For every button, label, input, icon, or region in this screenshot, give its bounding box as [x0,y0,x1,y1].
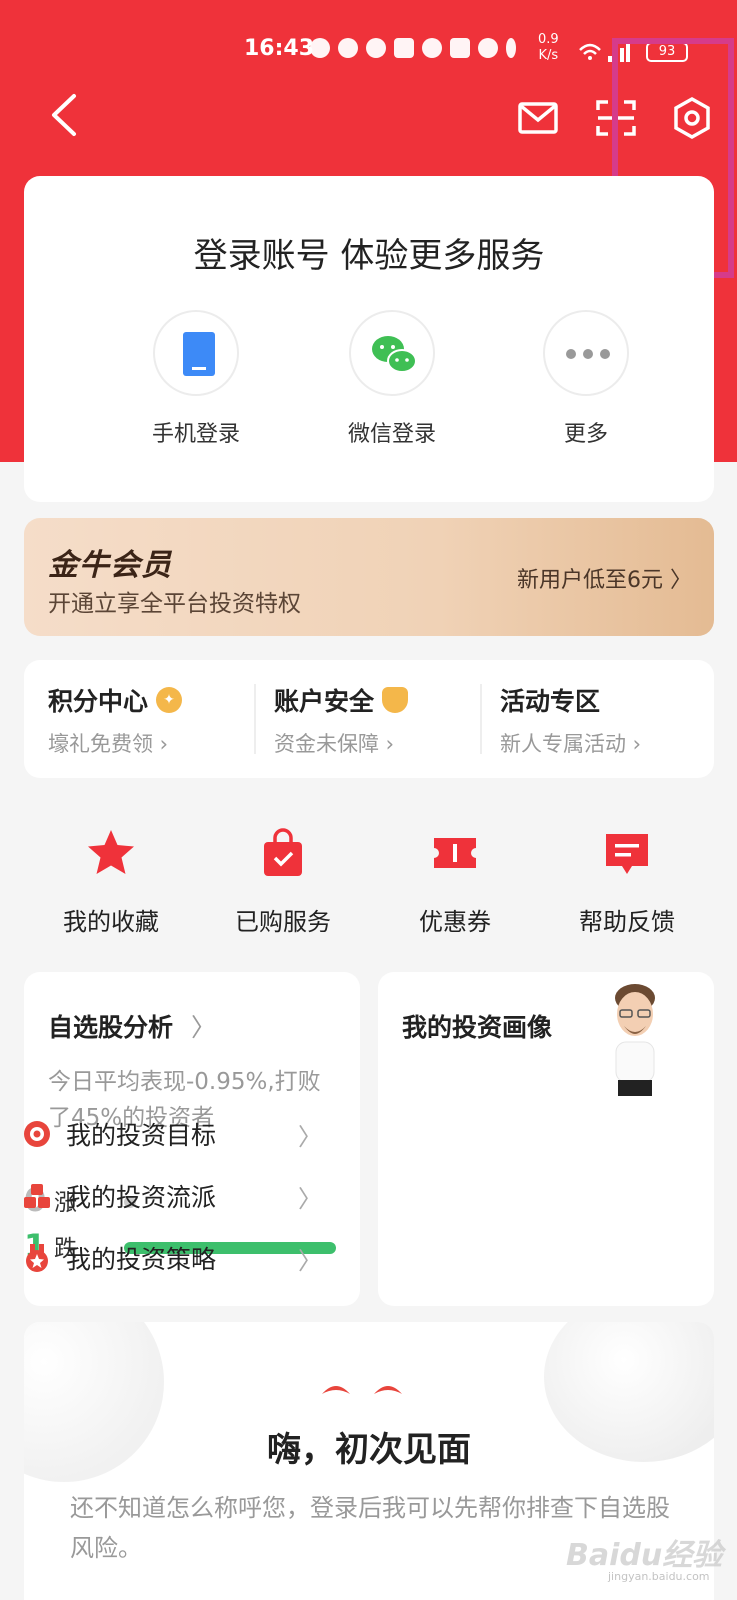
login-title: 登录账号 体验更多服务 [193,236,545,276]
alarm-icon [478,38,498,58]
scan-icon[interactable] [590,92,642,144]
avatar [615,984,655,1096]
star-badge-icon: ✦ [156,687,183,713]
divider [254,684,256,754]
hd-icon [422,38,442,58]
vip-membership-banner[interactable]: 金牛会员 开通立享全平台投资特权 新用户低至6元 〉 [24,518,714,636]
search-app-icon [338,38,358,58]
chevron-right-icon: 〉 [191,1013,217,1042]
investment-strategy-label: 我的投资策略 [66,1245,217,1274]
vip-cta[interactable]: 新用户低至6元 〉 [517,562,692,594]
feature-card: 积分中心 ✦ 壕礼免费领 › 账户安全 资金未保障 › 活动专区 新人专属活动 … [24,660,714,778]
smiling-eyes-icon [322,1386,402,1394]
vip-subtitle: 开通立享全平台投资特权 [48,591,301,617]
divider [480,684,482,754]
wechat-login-button[interactable]: 微信登录 [312,310,472,448]
coupons-label: 优惠券 [419,908,491,936]
account-security-entry[interactable]: 账户安全 资金未保障 › [274,682,484,758]
purchased-services-label: 已购服务 [235,908,331,936]
mail-icon[interactable] [512,92,564,144]
shield-badge-icon [382,687,409,713]
settings-gear-icon[interactable] [666,92,718,144]
investment-goal-item[interactable]: 我的投资目标 〉 [22,1114,322,1154]
phone-login-button[interactable]: 手机登录 [116,310,276,448]
medal-icon [26,1244,48,1272]
baidu-app-icon [394,38,414,58]
help-feedback-button[interactable]: 帮助反馈 [542,826,712,937]
security-shield-icon [366,38,386,58]
cubes-icon [24,1184,50,1208]
back-icon[interactable] [42,90,86,140]
investment-style-label: 我的投资流派 [66,1183,217,1212]
shopping-bag-icon [264,828,302,876]
missed-call-icon [310,38,330,58]
more-login-label: 更多 [563,422,608,447]
investment-goal-label: 我的投资目标 [66,1121,217,1150]
coupons-button[interactable]: 优惠券 [370,826,540,937]
bluetooth-icon [506,38,516,58]
points-center-subtitle: 壕礼免费领 › [48,732,169,756]
account-security-subtitle: 资金未保障 › [274,732,395,756]
investment-strategy-item[interactable]: 我的投资策略 〉 [22,1238,322,1278]
nfc-icon [450,38,470,58]
investment-style-item[interactable]: 我的投资流派 〉 [22,1176,322,1216]
status-time: 16:43 [244,36,315,61]
stock-analysis-title: 自选股分析〉 [48,1013,217,1042]
my-favorites-button[interactable]: 我的收藏 [26,826,196,937]
chevron-right-icon: 〉 [298,1122,322,1151]
status-bar: 16:43 0.9 K/s 93 [0,30,737,74]
chevron-right-icon: 〉 [298,1246,322,1275]
more-dots-icon [566,349,610,359]
wifi-signal-icon [579,43,630,62]
baidu-watermark: Baidu经验 [566,1538,723,1573]
account-security-title: 账户安全 [274,687,375,716]
my-favorites-label: 我的收藏 [63,908,159,936]
points-center-entry[interactable]: 积分中心 ✦ 壕礼免费领 › [48,682,258,758]
phone-login-label: 手机登录 [151,422,240,447]
greeting-title: 嗨，初次见面 [267,1430,471,1470]
coupon-icon [434,838,476,868]
status-icons [310,38,516,58]
wechat-icon [372,336,417,373]
activity-zone-title: 活动专区 [500,687,601,716]
login-card: 登录账号 体验更多服务 手机登录 微信登录 更多 [24,176,714,502]
points-center-title: 积分中心 [48,687,149,716]
purchased-services-button[interactable]: 已购服务 [198,826,368,937]
investment-portrait-card: 我的投资画像 [378,972,714,1306]
more-login-button[interactable]: 更多 [506,310,666,448]
vip-title: 金牛会员 [48,548,172,583]
feedback-icon [606,834,648,874]
phone-icon [183,332,215,376]
network-speed: 0.9 K/s [538,32,559,63]
chevron-right-icon: 〉 [298,1184,322,1213]
wechat-login-circle [349,310,435,396]
activity-zone-subtitle: 新人专属活动 › [500,732,642,756]
baidu-watermark-url: jingyan.baidu.com [608,1570,710,1583]
help-feedback-label: 帮助反馈 [579,908,675,936]
investment-portrait-title: 我的投资画像 [402,1013,553,1042]
phone-login-circle [153,310,239,396]
battery-indicator: 93 [646,42,688,62]
activity-zone-entry[interactable]: 活动专区 新人专属活动 › [500,682,710,758]
wechat-login-label: 微信登录 [347,422,436,447]
more-login-circle [543,310,629,396]
star-icon [88,830,134,874]
target-icon [24,1121,50,1147]
